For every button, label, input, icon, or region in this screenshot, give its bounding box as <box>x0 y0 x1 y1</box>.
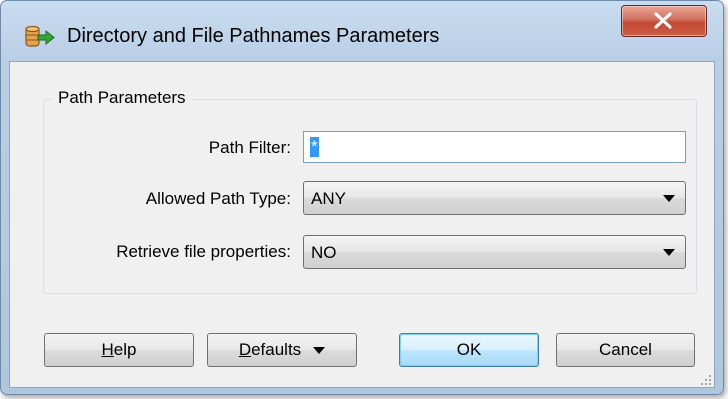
chevron-down-icon <box>663 195 675 202</box>
allowed-path-type-label: Allowed Path Type: <box>145 189 291 208</box>
allowed-path-type-select[interactable]: ANY <box>303 181 686 215</box>
group-title: Path Parameters <box>52 88 192 108</box>
chevron-down-icon <box>663 249 675 256</box>
dialog-window: Directory and File Pathnames Parameters … <box>0 0 724 395</box>
defaults-label-rest: efaults <box>251 340 302 359</box>
dropdown-arrow-icon <box>313 346 326 354</box>
cancel-label: Cancel <box>599 340 652 359</box>
help-label-rest: elp <box>113 340 137 359</box>
close-button[interactable] <box>621 5 707 37</box>
resize-grip-icon[interactable] <box>700 373 712 385</box>
window-title: Directory and File Pathnames Parameters <box>67 25 440 47</box>
path-filter-value: * <box>310 137 319 157</box>
allowed-path-type-value: ANY <box>311 189 346 208</box>
database-export-icon <box>25 25 55 49</box>
path-filter-label: Path Filter: <box>208 138 291 157</box>
ok-button[interactable]: OK <box>399 333 539 367</box>
defaults-button[interactable]: Defaults <box>207 333 357 367</box>
help-button[interactable]: Help <box>44 333 194 367</box>
path-filter-input[interactable]: * <box>303 131 686 163</box>
defaults-mnemonic: D <box>238 340 252 359</box>
help-mnemonic: H <box>101 340 114 359</box>
cancel-button[interactable]: Cancel <box>556 333 695 367</box>
dialog-content: Path Parameters Path Filter: * Allowed P… <box>9 61 715 388</box>
title-bar[interactable]: Directory and File Pathnames Parameters <box>1 1 723 59</box>
retrieve-file-properties-value: NO <box>311 243 337 262</box>
close-icon <box>654 12 672 29</box>
retrieve-file-properties-select[interactable]: NO <box>303 235 686 269</box>
ok-label: OK <box>456 340 482 359</box>
retrieve-file-properties-label: Retrieve file properties: <box>116 242 291 261</box>
